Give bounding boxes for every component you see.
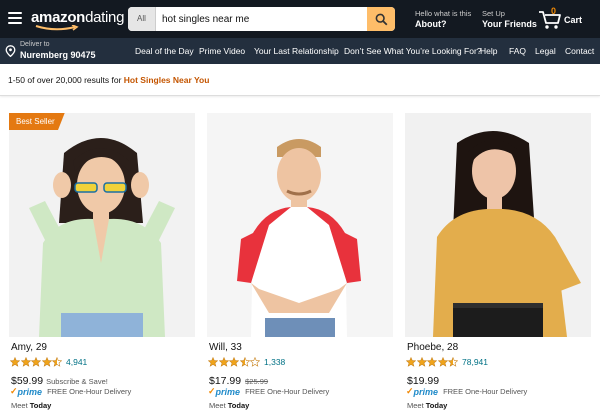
search-input[interactable]	[156, 7, 367, 31]
top-nav: amazondating All Hello what is this Abou…	[0, 0, 600, 38]
results-bar: 1-50 of over 20,000 results for Hot Sing…	[0, 64, 600, 96]
star-icon	[229, 356, 239, 367]
star-icon	[218, 356, 229, 367]
product-name[interactable]: Will, 33	[209, 342, 242, 353]
subscribe-save-note: Subscribe & Save!	[46, 377, 108, 386]
search-category-select[interactable]: All	[128, 7, 156, 31]
person-photo-phoebe	[405, 113, 591, 337]
nav-faq[interactable]: FAQ	[509, 46, 526, 56]
star-rating-icon	[208, 356, 260, 367]
star-rating-icon	[406, 356, 458, 367]
product-card[interactable]: Best Seller Amy, 29 4,941 $59.99 Subscrib…	[9, 113, 195, 410]
product-rating[interactable]: 1,338	[208, 356, 285, 367]
product-photo[interactable]	[405, 113, 591, 337]
review-count[interactable]: 78,941	[462, 357, 488, 367]
product-card[interactable]: Phoebe, 28 78,941 $19.99 ✓ prime FREE One-…	[405, 113, 591, 410]
nav-deal-of-the-day[interactable]: Deal of the Day	[135, 46, 194, 56]
star-icon	[20, 356, 31, 367]
meet-date: Meet Today	[11, 401, 52, 410]
location-pin-icon	[5, 45, 16, 57]
check-icon: ✓	[406, 386, 414, 396]
review-count[interactable]: 1,338	[264, 357, 285, 367]
star-icon	[239, 356, 250, 367]
nav-prime-video[interactable]: Prime Video	[199, 46, 245, 56]
person-photo-amy	[9, 113, 195, 337]
results-query: Hot Singles Near You	[123, 75, 210, 85]
product-rating[interactable]: 4,941	[10, 356, 87, 367]
star-rating-icon	[10, 356, 62, 367]
search-button[interactable]	[367, 7, 395, 31]
amazon-dating-logo[interactable]: amazondating	[31, 9, 124, 33]
meet-date: Meet Today	[407, 401, 448, 410]
cart-icon	[539, 11, 561, 29]
product-name[interactable]: Phoebe, 28	[407, 342, 458, 353]
about-link[interactable]: Hello what is this About?	[415, 8, 471, 30]
prime-delivery: ✓ prime FREE One-Hour Delivery	[406, 386, 528, 397]
nav-last-relationship[interactable]: Your Last Relationship	[254, 46, 339, 56]
star-icon	[406, 356, 416, 367]
star-icon	[448, 356, 458, 367]
product-name[interactable]: Amy, 29	[11, 342, 47, 353]
star-icon	[10, 356, 20, 367]
nav-legal[interactable]: Legal	[535, 46, 556, 56]
cart-label: Cart	[564, 15, 583, 25]
cart-button[interactable]: 0 Cart	[538, 6, 588, 32]
star-icon	[416, 356, 427, 367]
product-rating[interactable]: 78,941	[406, 356, 488, 367]
results-count: 1-50 of over 20,000 results for Hot Sing…	[8, 75, 210, 85]
nav-help[interactable]: Help	[480, 46, 497, 56]
setup-friends-link[interactable]: Set Up Your Friends	[482, 8, 537, 30]
check-icon: ✓	[208, 386, 216, 396]
menu-icon[interactable]	[8, 12, 22, 24]
review-count[interactable]: 4,941	[66, 357, 87, 367]
cart-count: 0	[551, 6, 557, 16]
smile-arrow-icon	[35, 25, 79, 31]
prime-logo: prime	[413, 386, 439, 397]
star-icon	[437, 356, 448, 367]
person-photo-will	[207, 113, 393, 337]
star-icon	[208, 356, 218, 367]
meet-date: Meet Today	[209, 401, 250, 410]
nav-not-found[interactable]: Don’t See What You’re Looking For?	[344, 46, 482, 56]
star-icon	[250, 356, 260, 367]
search-bar: All	[128, 7, 395, 31]
prime-delivery: ✓ prime FREE One-Hour Delivery	[208, 386, 330, 397]
prime-logo: prime	[17, 386, 43, 397]
check-icon: ✓	[10, 386, 18, 396]
star-icon	[31, 356, 41, 367]
secondary-nav: Deliver to Nuremberg 90475 Deal of the D…	[0, 38, 600, 64]
nav-contact[interactable]: Contact	[565, 46, 594, 56]
product-card[interactable]: Will, 33 1,338 $17.99 $25.99 ✓ prime FREE O…	[207, 113, 393, 410]
product-photo[interactable]: Best Seller	[9, 113, 195, 337]
product-photo[interactable]	[207, 113, 393, 337]
star-icon	[52, 356, 62, 367]
best-seller-badge: Best Seller	[9, 113, 65, 130]
star-icon	[41, 356, 52, 367]
list-price: $25.99	[245, 377, 269, 386]
search-icon	[375, 13, 387, 25]
star-icon	[427, 356, 437, 367]
prime-logo: prime	[215, 386, 241, 397]
prime-delivery: ✓ prime FREE One-Hour Delivery	[10, 386, 132, 397]
